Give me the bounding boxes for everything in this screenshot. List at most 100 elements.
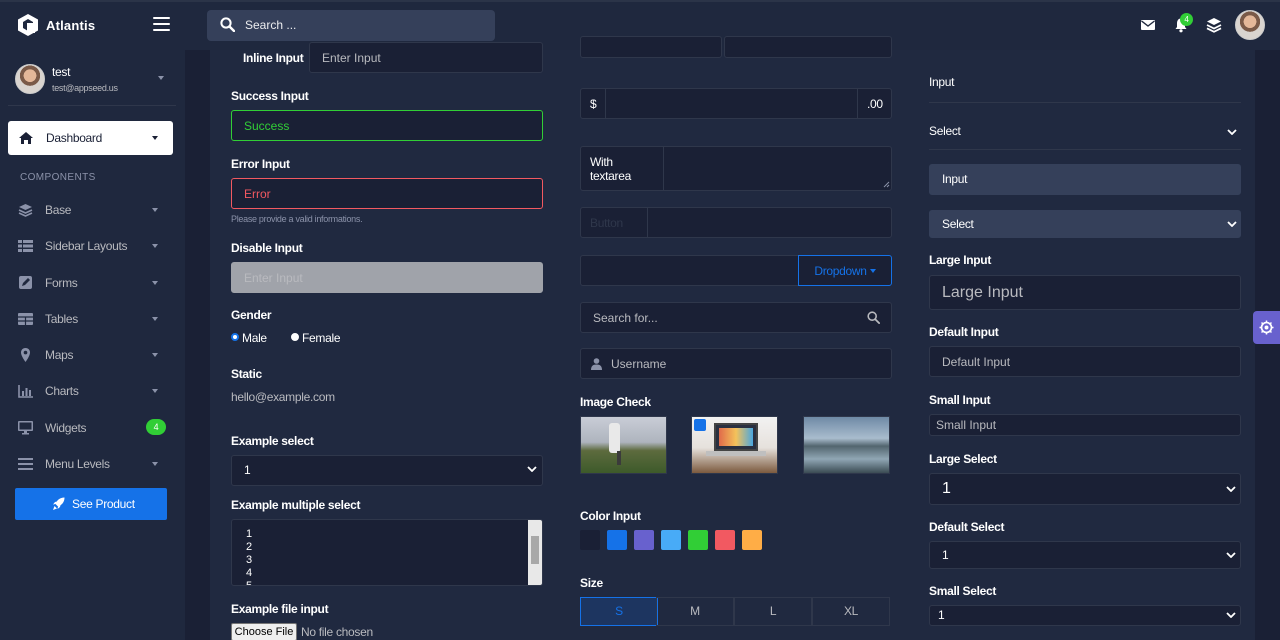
default-select-label: Default Select	[929, 520, 1005, 534]
button-addon[interactable]: Button	[580, 207, 648, 238]
form-card: Inline Input Success Input Error Input P…	[210, 36, 1255, 640]
sidebar-item-maps[interactable]: Maps	[8, 341, 173, 369]
caret-down-icon	[152, 208, 158, 212]
example-select-label: Example select	[231, 434, 314, 448]
file-status: No file chosen	[301, 625, 373, 639]
color-swatch-info[interactable]	[661, 530, 681, 550]
search-box[interactable]	[207, 10, 495, 41]
select-underline	[929, 149, 1241, 150]
color-swatch-danger[interactable]	[715, 530, 735, 550]
radio-female-label[interactable]: Female	[302, 331, 341, 345]
chevron-down-icon	[1227, 129, 1237, 135]
list-item[interactable]: 3	[246, 554, 252, 566]
default-input[interactable]	[929, 346, 1241, 377]
th-list-icon	[18, 240, 33, 252]
envelope-icon[interactable]	[1140, 17, 1156, 33]
radio-male[interactable]	[231, 333, 239, 341]
input-underline	[929, 102, 1241, 103]
size-option-s[interactable]: S	[580, 597, 658, 626]
color-swatch-primary[interactable]	[607, 530, 627, 550]
bar-chart-icon	[18, 385, 33, 398]
username-input[interactable]	[580, 348, 892, 379]
caret-down-icon	[152, 353, 158, 357]
menu-toggle-icon[interactable]	[153, 17, 170, 31]
example-select[interactable]: 1	[231, 455, 543, 486]
button-addon-input[interactable]	[647, 207, 892, 238]
sidebar-item-base[interactable]: Base	[8, 196, 173, 224]
list-item[interactable]: 1	[246, 528, 252, 540]
header-avatar[interactable]	[1235, 10, 1265, 40]
multiple-select[interactable]: 1 2 3 4 5	[231, 519, 543, 586]
settings-toggle[interactable]	[1253, 311, 1280, 344]
color-swatch-secondary[interactable]	[634, 530, 654, 550]
radio-female[interactable]	[291, 333, 299, 341]
sidebar-item-dashboard[interactable]: Dashboard	[8, 121, 173, 155]
layers-icon	[18, 204, 33, 217]
sidebar-item-sidebar-layouts[interactable]: Sidebar Layouts	[8, 232, 173, 260]
large-input[interactable]	[929, 275, 1241, 310]
see-product-button[interactable]: See Product	[15, 488, 167, 520]
brand-name[interactable]: Atlantis	[46, 18, 95, 33]
image-check-golf[interactable]	[580, 416, 667, 474]
scrollbar-thumb[interactable]	[531, 536, 539, 564]
large-input-label: Large Input	[929, 253, 992, 267]
search-icon[interactable]	[220, 17, 235, 32]
dropdown-button[interactable]: Dropdown	[798, 255, 892, 286]
partial-input[interactable]	[580, 36, 722, 58]
scrollbar[interactable]	[528, 520, 542, 585]
flat-select[interactable]: Select	[929, 124, 961, 138]
user-icon	[591, 358, 602, 370]
small-select[interactable]: 1	[929, 605, 1241, 626]
dropdown-input[interactable]	[580, 255, 799, 286]
example-select-value: 1	[244, 463, 251, 477]
resize-handle-icon[interactable]	[883, 181, 890, 188]
list-item[interactable]: 2	[246, 541, 252, 553]
notification-badge: 4	[1180, 13, 1193, 26]
size-option-xl[interactable]: XL	[812, 597, 890, 626]
image-check-laptop[interactable]	[691, 416, 778, 474]
caret-down-icon	[152, 389, 158, 393]
addon-textarea[interactable]	[663, 146, 892, 191]
color-swatch-dark[interactable]	[580, 530, 600, 550]
size-option-l[interactable]: L	[734, 597, 812, 626]
small-select-label: Small Select	[929, 584, 997, 598]
flat-input[interactable]: Input	[929, 75, 955, 89]
size-option-m[interactable]: M	[656, 597, 734, 626]
color-swatch-success[interactable]	[688, 530, 708, 550]
list-item[interactable]: 4	[246, 567, 252, 579]
disabled-input	[231, 262, 543, 293]
image-check-lake[interactable]	[803, 416, 890, 474]
sidebar-item-forms[interactable]: Forms	[8, 269, 173, 297]
search-input[interactable]	[245, 17, 485, 33]
user-panel[interactable]: test test@appseed.us	[15, 63, 170, 97]
error-input[interactable]	[231, 178, 543, 209]
sidebar-item-label: Widgets	[45, 421, 87, 435]
static-label: Static	[231, 367, 262, 381]
radio-male-label[interactable]: Male	[242, 331, 267, 345]
solid-input[interactable]: Input	[929, 164, 1241, 195]
color-swatch-warning[interactable]	[742, 530, 762, 550]
error-input-label: Error Input	[231, 157, 290, 171]
small-input[interactable]	[929, 414, 1241, 436]
layers-icon[interactable]	[1206, 17, 1222, 33]
default-select[interactable]: 1	[929, 541, 1241, 569]
list-item[interactable]: 5	[246, 580, 252, 585]
gender-label: Gender	[231, 308, 272, 322]
inline-input[interactable]	[309, 42, 543, 73]
success-input[interactable]	[231, 110, 543, 141]
rocket-icon	[53, 497, 65, 510]
sidebar-item-tables[interactable]: Tables	[8, 305, 173, 333]
solid-select[interactable]: Select	[929, 210, 1241, 238]
search-for-input[interactable]	[580, 302, 892, 333]
sidebar-item-widgets[interactable]: Widgets 4	[8, 414, 173, 442]
static-value: hello@example.com	[231, 390, 335, 404]
partial-input[interactable]	[724, 36, 892, 58]
search-icon[interactable]	[867, 311, 880, 324]
sidebar-item-menu-levels[interactable]: Menu Levels	[8, 450, 173, 478]
success-input-label: Success Input	[231, 89, 309, 103]
sidebar-item-charts[interactable]: Charts	[8, 377, 173, 405]
atlantis-logo-icon[interactable]	[17, 13, 39, 37]
large-select[interactable]: 1	[929, 473, 1241, 505]
choose-file-button[interactable]: Choose File	[231, 623, 297, 640]
amount-input[interactable]	[605, 88, 858, 119]
